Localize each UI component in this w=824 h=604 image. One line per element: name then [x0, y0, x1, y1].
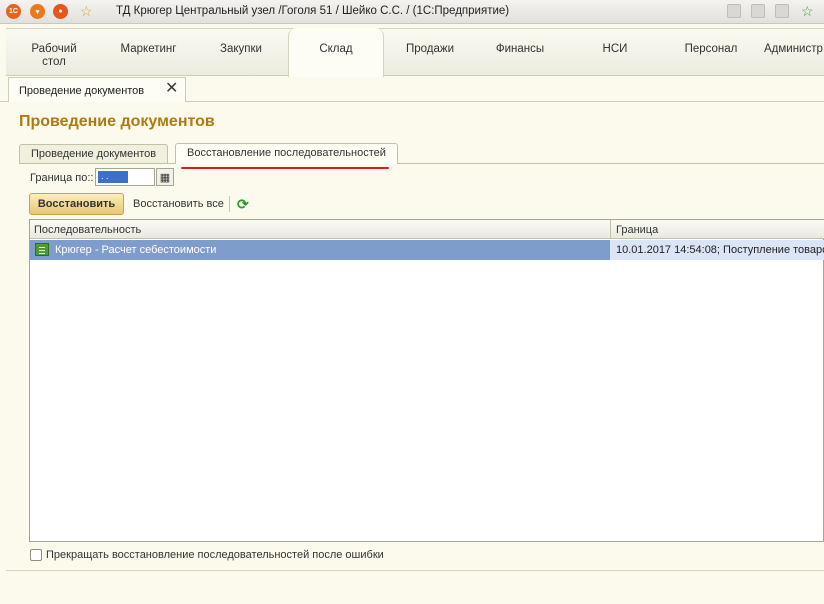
title-bar: 1С ▾ ● ☆ ТД Крюгер Центральный узел /Гог…: [0, 0, 824, 24]
attach-icon[interactable]: [775, 4, 789, 18]
section-label: Закупки: [220, 43, 262, 55]
section-label: Продажи: [405, 43, 455, 55]
section-desktop-line1: Рабочий: [31, 43, 77, 55]
form-tabs-divider: [19, 163, 824, 164]
tab-document-posting[interactable]: Проведение документов: [19, 144, 169, 163]
section-desktop-line2: стол: [42, 56, 66, 68]
print-icon[interactable]: [751, 4, 765, 18]
section-personnel[interactable]: Персонал: [676, 29, 746, 76]
section-desktop[interactable]: Рабочий стол: [24, 29, 84, 76]
section-purchases[interactable]: Закупки: [211, 29, 271, 76]
tab-label: Проведение документов: [31, 148, 157, 160]
section-nsi[interactable]: НСИ: [590, 29, 640, 76]
window-tab-posting[interactable]: Проведение документов ✕: [8, 77, 186, 102]
table-row[interactable]: Крюгер - Расчет себестоимости 10.01.2017…: [30, 240, 824, 260]
section-label: Склад: [319, 43, 353, 55]
window-tab-label: Проведение документов: [19, 85, 145, 97]
app-logo-text: 1С: [9, 8, 18, 15]
section-marketing[interactable]: Маркетинг: [111, 29, 186, 76]
section-sales[interactable]: Продажи: [397, 29, 463, 76]
section-finance[interactable]: Финансы: [487, 29, 553, 76]
home-icon[interactable]: ●: [53, 4, 68, 19]
row-border-cell[interactable]: 10.01.2017 14:54:08; Поступление товаров: [610, 240, 824, 260]
section-label: Персонал: [684, 43, 738, 55]
calendar-icon[interactable]: ▦: [156, 168, 174, 186]
form-bottom-divider: [6, 570, 824, 571]
row-border-text: 10.01.2017 14:54:08; Поступление товаров: [616, 244, 824, 256]
add-favorite-icon[interactable]: ☆: [801, 3, 814, 20]
table-header: Последовательность Граница: [30, 220, 824, 239]
column-header-sequence[interactable]: Последовательность: [34, 224, 141, 236]
section-label: Финансы: [495, 43, 545, 55]
tab-label: Восстановление последовательностей: [187, 147, 386, 159]
stop-on-error-label[interactable]: Прекращать восстановление последовательн…: [46, 549, 384, 561]
window-title: ТД Крюгер Центральный узел /Гоголя 51 / …: [116, 5, 510, 17]
sections-panel: Рабочий стол Маркетинг Закупки Склад Про…: [6, 28, 824, 77]
sequence-icon: [35, 243, 49, 256]
section-administration[interactable]: Администр: [764, 29, 824, 76]
main-menu-icon[interactable]: ▾: [30, 4, 45, 19]
column-separator[interactable]: [610, 220, 611, 239]
section-label: Администр: [764, 43, 823, 55]
section-label: Маркетинг: [120, 43, 177, 55]
app-logo-icon[interactable]: 1С: [6, 4, 21, 19]
tab-sequence-restore[interactable]: Восстановление последовательностей: [175, 143, 398, 164]
section-label: НСИ: [602, 43, 628, 55]
toolbar-separator: [229, 196, 230, 212]
row-sequence-cell: Крюгер - Расчет себестоимости: [55, 244, 217, 256]
save-icon[interactable]: [727, 4, 741, 18]
sequences-table[interactable]: Последовательность Граница Крюгер - Расч…: [29, 219, 824, 542]
border-date-label: Граница по::: [30, 172, 94, 184]
favorites-star-icon[interactable]: ☆: [80, 3, 93, 20]
restore-all-button[interactable]: Восстановить все: [133, 198, 224, 210]
restore-button-label: Восстановить: [37, 198, 116, 210]
restore-button[interactable]: Восстановить: [29, 193, 124, 215]
active-tab-underline: [181, 167, 389, 169]
close-icon[interactable]: ✕: [165, 81, 178, 97]
column-header-border[interactable]: Граница: [616, 224, 658, 236]
section-warehouse[interactable]: Склад: [288, 28, 384, 77]
stop-on-error-checkbox[interactable]: [30, 549, 42, 561]
refresh-icon[interactable]: ⟳: [237, 197, 251, 211]
page-title: Проведение документов: [19, 113, 215, 130]
border-date-value: . .: [98, 171, 128, 183]
